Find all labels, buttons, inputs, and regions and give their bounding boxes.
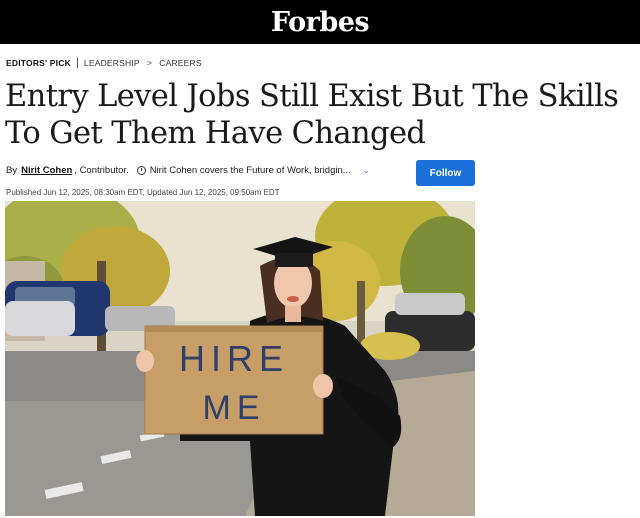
byline: By Nirit Cohen , Contributor. Nirit Cohe… <box>6 165 369 176</box>
author-role: , Contributor. <box>74 165 129 176</box>
byline-prefix: By <box>6 165 18 176</box>
breadcrumb-careers-link[interactable]: CAREERS <box>159 58 202 68</box>
editors-pick-label: EDITORS' PICK <box>6 58 71 68</box>
follow-button[interactable]: Follow <box>416 160 475 186</box>
chevron-down-icon[interactable]: ⌄ <box>363 166 370 175</box>
author-link[interactable]: Nirit Cohen <box>21 165 72 176</box>
clock-icon <box>136 166 146 175</box>
hero-image: HIRE ME <box>5 201 475 516</box>
sign-text-hire: HIRE <box>179 338 289 379</box>
sign-text-me: ME <box>203 389 266 427</box>
breadcrumb-divider <box>76 58 78 68</box>
chevron-right-icon: > <box>146 58 153 68</box>
breadcrumb: EDITORS' PICK LEADERSHIP > CAREERS <box>6 58 202 68</box>
author-description[interactable]: Nirit Cohen covers the Future of Work, b… <box>150 165 351 176</box>
breadcrumb-leadership-link[interactable]: LEADERSHIP <box>84 58 140 68</box>
forbes-logo[interactable]: Forbes <box>271 7 370 38</box>
article-title: Entry Level Jobs Still Exist But The Ski… <box>5 79 619 151</box>
publish-date: Published Jun 12, 2025, 08:30am EDT, Upd… <box>6 188 280 197</box>
top-navbar: Forbes <box>0 0 640 44</box>
